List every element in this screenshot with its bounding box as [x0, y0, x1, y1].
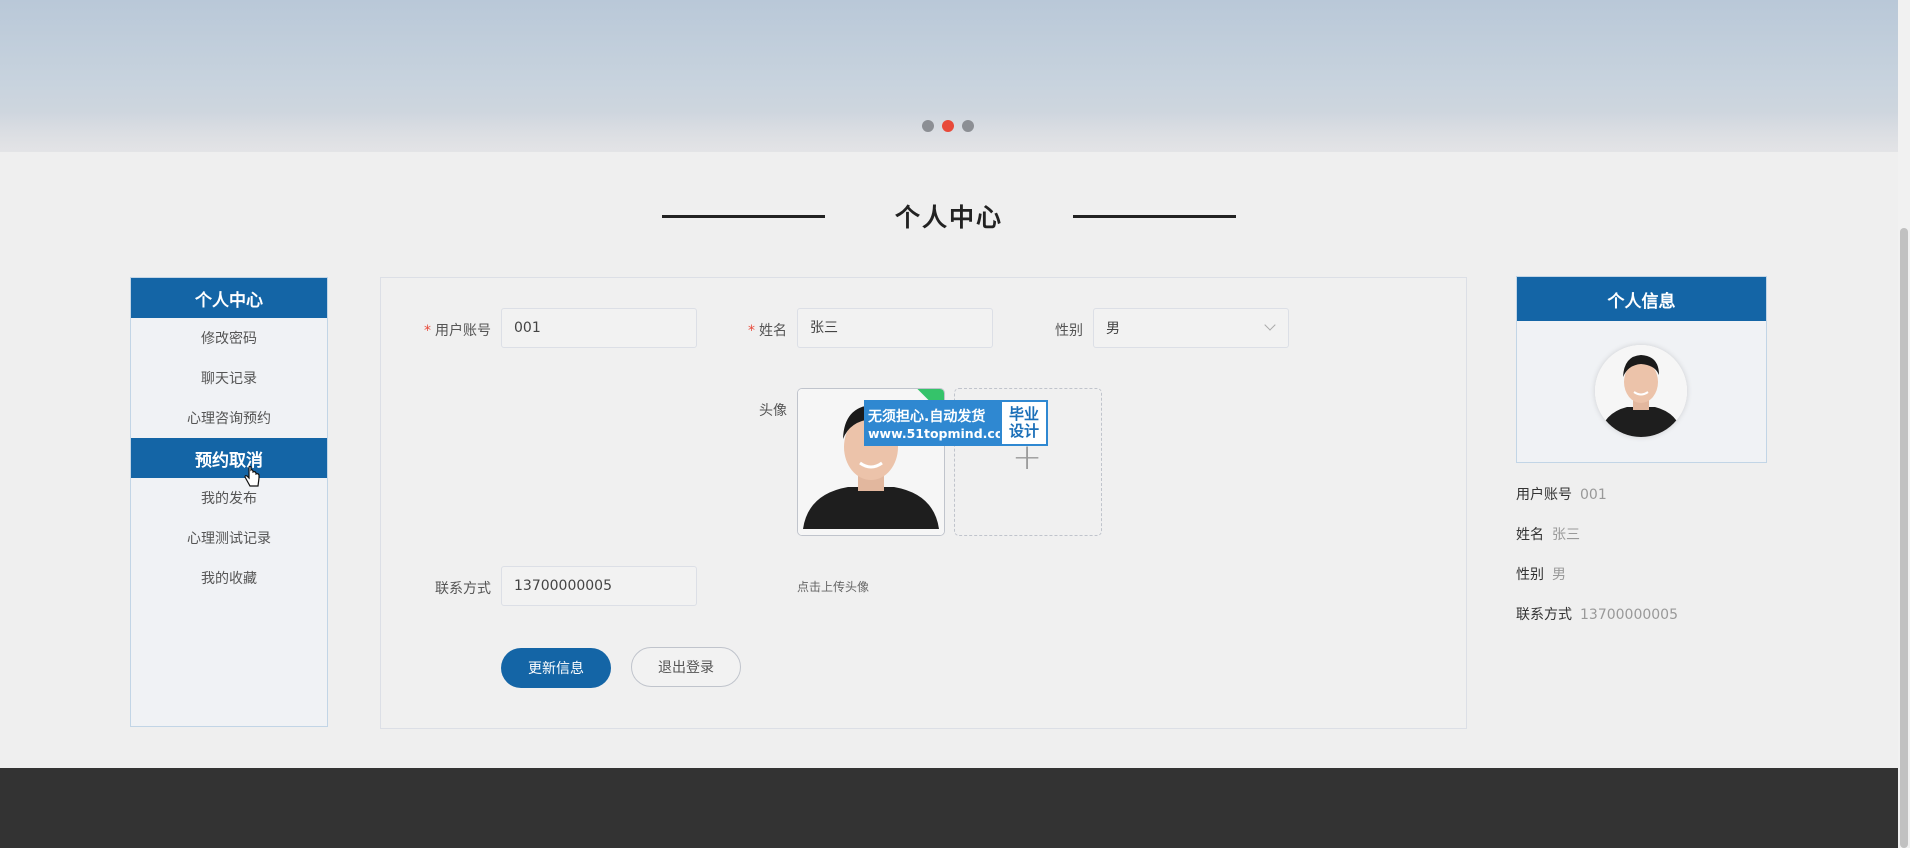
watermark-url: www.51topmind.com — [868, 425, 1017, 441]
phone-label: 联系方式 — [435, 581, 491, 597]
footer — [0, 768, 1898, 848]
sidebar-item-counseling-booking[interactable]: 心理咨询预约 — [131, 398, 327, 438]
sidebar-item-favorites[interactable]: 我的收藏 — [131, 558, 327, 598]
carousel-dot-3[interactable] — [962, 120, 974, 132]
sidebar-item-my-posts[interactable]: 我的发布 — [131, 478, 327, 518]
account-input[interactable]: 001 — [501, 308, 697, 348]
info-row-gender: 性别男 — [1516, 567, 1566, 583]
watermark-badge-line1: 毕业 — [1008, 405, 1039, 423]
upload-tip: 点击上传头像 — [797, 580, 870, 594]
scrollbar-thumb[interactable] — [1900, 228, 1908, 848]
avatar — [1595, 345, 1687, 437]
sidebar: 个人中心 修改密码 聊天记录 心理咨询预约 预约取消 我的发布 心理测试记录 我… — [130, 277, 328, 727]
name-label: * 姓名 — [748, 323, 787, 339]
profile-info-card: 个人信息 — [1516, 276, 1767, 463]
watermark-text: 无须担心.自动发货 www.51topmind.com — [864, 400, 1017, 446]
carousel-dot-2[interactable] — [942, 120, 954, 132]
info-row-name: 姓名 张三 — [1516, 527, 1580, 543]
watermark-line1: 无须担心.自动发货 — [868, 408, 986, 425]
info-card-header: 个人信息 — [1517, 277, 1766, 321]
account-label: * 用户账号 — [424, 323, 491, 339]
watermark-badge-line2: 设计 — [1008, 422, 1039, 440]
logout-button[interactable]: 退出登录 — [631, 647, 741, 687]
sidebar-item-chat-records[interactable]: 聊天记录 — [131, 358, 327, 398]
sidebar-item-cancel-booking[interactable]: 预约取消 — [131, 438, 327, 478]
gender-selected-value: 男 — [1106, 321, 1120, 337]
update-info-button[interactable]: 更新信息 — [501, 648, 611, 688]
section-header: 个人中心 — [662, 196, 1236, 236]
sidebar-header: 个人中心 — [131, 278, 327, 318]
watermark-overlay: 无须担心.自动发货 www.51topmind.com 毕业 设计 — [864, 400, 1048, 446]
watermark-badge: 毕业 设计 — [1000, 400, 1048, 446]
phone-input[interactable]: 13700000005 — [501, 566, 697, 606]
gender-select[interactable]: 男 — [1093, 308, 1289, 348]
profile-form-panel: * 用户账号 001 * 姓名 张三 性别 男 头像 + 无须担心.自动发货 www… — [380, 277, 1467, 729]
chevron-down-icon — [1264, 319, 1276, 331]
title-divider-right — [1073, 215, 1236, 218]
carousel-dot-1[interactable] — [922, 120, 934, 132]
page-title: 个人中心 — [894, 203, 1003, 232]
info-row-account: 用户账号 001 — [1516, 487, 1607, 503]
name-input[interactable]: 张三 — [797, 308, 993, 348]
gender-label: 性别 — [1055, 323, 1083, 339]
sidebar-item-change-password[interactable]: 修改密码 — [131, 318, 327, 358]
info-row-phone: 联系方式 13700000005 — [1516, 607, 1678, 623]
carousel-dots — [922, 120, 974, 132]
hand-cursor-icon — [243, 465, 261, 493]
avatar-label: 头像 — [759, 403, 787, 419]
page-scrollbar[interactable] — [1898, 0, 1910, 848]
sidebar-item-test-records[interactable]: 心理测试记录 — [131, 518, 327, 558]
title-divider-left — [662, 215, 825, 218]
